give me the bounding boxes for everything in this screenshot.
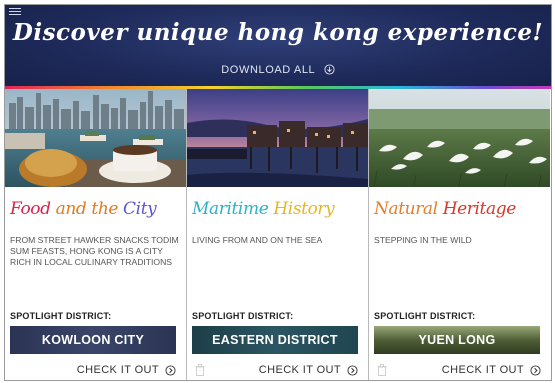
- experience-cards: Food and the City FROM STREET HAWKER SNA…: [5, 89, 551, 380]
- title-word-and-the: and the: [55, 199, 124, 219]
- trash-icon[interactable]: [195, 364, 205, 376]
- download-circle-icon: [324, 64, 335, 75]
- title-word-maritime: Maritime: [192, 199, 274, 219]
- app-frame: Discover unique hong kong experience! DO…: [4, 4, 552, 381]
- card-maritime-history: Maritime History LIVING FROM AND ON THE …: [187, 89, 369, 380]
- check-it-out-label: CHECK IT OUT: [441, 364, 524, 376]
- district-label: KOWLOON CITY: [41, 333, 145, 347]
- district-label: YUEN LONG: [418, 333, 496, 347]
- title-word-heritage: Heritage: [442, 199, 517, 219]
- check-it-out-button[interactable]: CHECK IT OUT: [259, 364, 358, 376]
- district-yuen-long-button[interactable]: YUEN LONG: [374, 326, 540, 354]
- check-it-out-button[interactable]: CHECK IT OUT: [442, 364, 541, 376]
- arrow-right-circle-icon: [165, 364, 176, 376]
- hamburger-menu-icon[interactable]: [9, 8, 21, 16]
- district-label: EASTERN DISTRICT: [212, 333, 338, 347]
- page-headline: Discover unique hong kong experience!: [12, 19, 544, 46]
- district-kowloon-city-button[interactable]: KOWLOON CITY: [10, 326, 176, 354]
- card-title: Maritime History: [192, 199, 335, 219]
- card-description: FROM STREET HAWKER SNACKS TODIM SUM FEAS…: [10, 235, 179, 267]
- card-natural-heritage: Natural Heritage STEPPING IN THE WILD SP…: [369, 89, 551, 380]
- trash-icon[interactable]: [377, 364, 387, 376]
- card-photo-stilt-houses: [187, 89, 368, 187]
- spotlight-label: SPOTLIGHT DISTRICT:: [10, 311, 112, 321]
- title-word-natural: Natural: [374, 199, 443, 219]
- check-it-out-button[interactable]: CHECK IT OUT: [77, 364, 176, 376]
- spotlight-label: SPOTLIGHT DISTRICT:: [374, 311, 476, 321]
- district-eastern-district-button[interactable]: EASTERN DISTRICT: [192, 326, 358, 354]
- check-it-out-label: CHECK IT OUT: [258, 364, 341, 376]
- card-photo-harbour-dim-sum: [5, 89, 186, 187]
- card-title: Food and the City: [10, 199, 157, 219]
- download-all-label: DOWNLOAD ALL: [221, 63, 316, 76]
- arrow-right-circle-icon: [347, 364, 358, 376]
- spotlight-label: SPOTLIGHT DISTRICT:: [192, 311, 294, 321]
- hero-header: Discover unique hong kong experience! DO…: [5, 5, 551, 89]
- card-description: LIVING FROM AND ON THE SEA: [192, 235, 323, 245]
- card-title: Natural Heritage: [374, 199, 516, 219]
- download-all-button[interactable]: DOWNLOAD ALL: [5, 61, 551, 79]
- title-word-history: History: [273, 199, 335, 219]
- arrow-right-circle-icon: [530, 364, 541, 376]
- card-description: STEPPING IN THE WILD: [374, 235, 472, 245]
- title-word-food: Food: [10, 199, 56, 219]
- card-food-and-the-city: Food and the City FROM STREET HAWKER SNA…: [5, 89, 187, 380]
- card-photo-egrets-wetland: [369, 89, 550, 187]
- title-word-city: City: [123, 199, 157, 219]
- check-it-out-label: CHECK IT OUT: [76, 364, 159, 376]
